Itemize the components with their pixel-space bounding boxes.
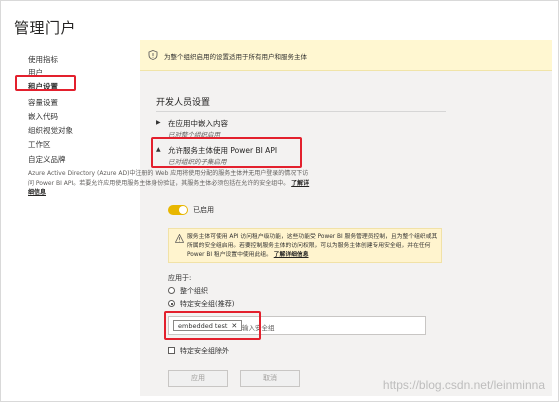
shield-icon	[148, 50, 158, 60]
security-group-placeholder: 输入安全组	[242, 324, 275, 332]
security-group-input[interactable]: embedded test ✕ 输入安全组	[168, 316, 426, 335]
sidebar-item-usage-metrics[interactable]: 使用指标	[28, 54, 58, 65]
warning-banner: 服务主体可使用 API 访问租户级功能，这些功能受 Power BI 服务管理员…	[168, 228, 442, 263]
section-title: 开发人员设置	[156, 98, 211, 108]
caret-down-icon: ▲	[156, 146, 161, 153]
checkbox-label: 特定安全组除外	[180, 347, 229, 355]
sidebar-item-workspaces[interactable]: 工作区	[28, 139, 51, 150]
watermark: https://blog.csdn.net/leinminna	[382, 378, 545, 392]
sidebar-item-tenant-settings[interactable]: 租户设置	[28, 81, 58, 92]
security-group-chip: embedded test ✕	[173, 320, 243, 331]
radio-label: 特定安全组(推荐)	[180, 300, 235, 308]
sidebar-item-custom-branding[interactable]: 自定义品牌	[28, 154, 66, 165]
apply-to-label: 应用于:	[168, 274, 192, 282]
sidebar-item-users[interactable]: 用户	[28, 67, 43, 78]
cancel-button[interactable]: 取消	[240, 370, 300, 387]
sidebar-item-org-visuals[interactable]: 组织视觉对象	[28, 125, 73, 136]
close-icon[interactable]: ✕	[231, 322, 237, 330]
toggle-label: 已启用	[193, 206, 214, 214]
setting-subtitle: 已对组织的子集启用	[168, 158, 227, 166]
warning-body: 服务主体可使用 API 访问租户级功能，这些功能受 Power BI 服务管理员…	[187, 234, 438, 258]
radio-button[interactable]	[168, 287, 175, 294]
page-title: 管理门户	[14, 19, 77, 37]
setting-title: 在应用中嵌入内容	[168, 119, 228, 128]
apply-button[interactable]: 应用	[168, 370, 228, 387]
radio-button-selected[interactable]	[168, 300, 175, 307]
chip-label: embedded test	[178, 322, 228, 330]
main-panel: 为整个组织启用的设置适用于所有用户和服务主体 开发人员设置 ▶ 在应用中嵌入内容…	[140, 40, 552, 396]
warning-text: 服务主体可使用 API 访问租户级功能，这些功能受 Power BI 服务管理员…	[187, 233, 439, 260]
caret-right-icon: ▶	[156, 119, 161, 126]
enabled-toggle[interactable]	[168, 205, 188, 215]
radio-label: 整个组织	[180, 287, 208, 295]
sidebar-item-capacity-settings[interactable]: 容量设置	[28, 97, 58, 108]
divider	[156, 111, 446, 112]
setting-subtitle: 已对整个组织启用	[168, 131, 220, 139]
sidebar-item-embed-codes[interactable]: 嵌入代码	[28, 111, 58, 122]
warning-icon	[175, 234, 184, 243]
warning-learn-more-link[interactable]: 了解详细信息	[274, 252, 309, 258]
description-text: Azure Active Directory (Azure AD)中注册的 We…	[28, 170, 309, 187]
toggle-knob	[179, 206, 187, 214]
info-banner: 为整个组织启用的设置适用于所有用户和服务主体	[140, 40, 552, 71]
banner-text: 为整个组织启用的设置适用于所有用户和服务主体	[164, 53, 307, 61]
checkbox[interactable]	[168, 347, 175, 354]
setting-title: 允许服务主体使用 Power BI API	[168, 146, 278, 155]
setting-description: Azure Active Directory (Azure AD)中注册的 We…	[28, 169, 310, 198]
